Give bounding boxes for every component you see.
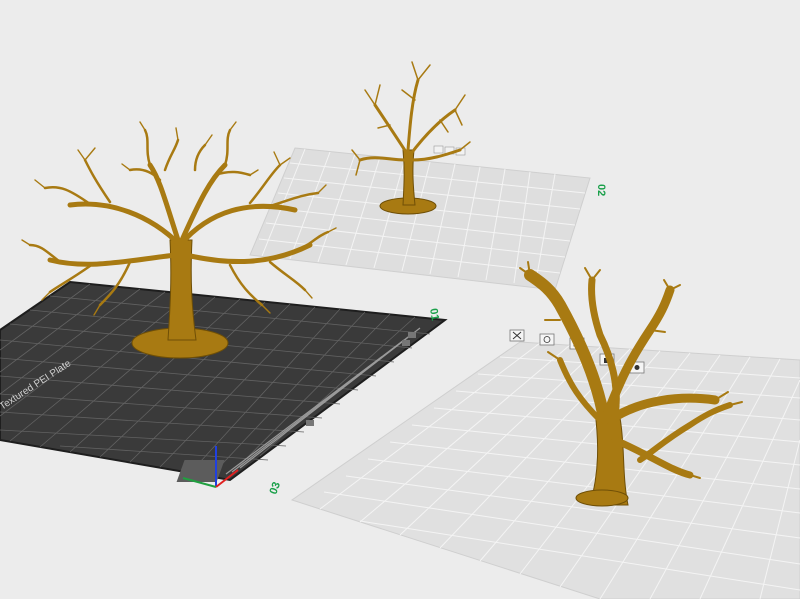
plate-2-label: 02 — [595, 184, 607, 196]
plate-1-label: 01 — [427, 307, 441, 321]
3d-viewport[interactable]: 02 03 Textured PEI Plate 01 — [0, 0, 800, 599]
plate-3-label: 03 — [268, 480, 283, 496]
orient-icon[interactable] — [539, 333, 555, 346]
close-icon[interactable] — [509, 329, 525, 342]
plate-2[interactable]: 02 — [249, 145, 607, 291]
